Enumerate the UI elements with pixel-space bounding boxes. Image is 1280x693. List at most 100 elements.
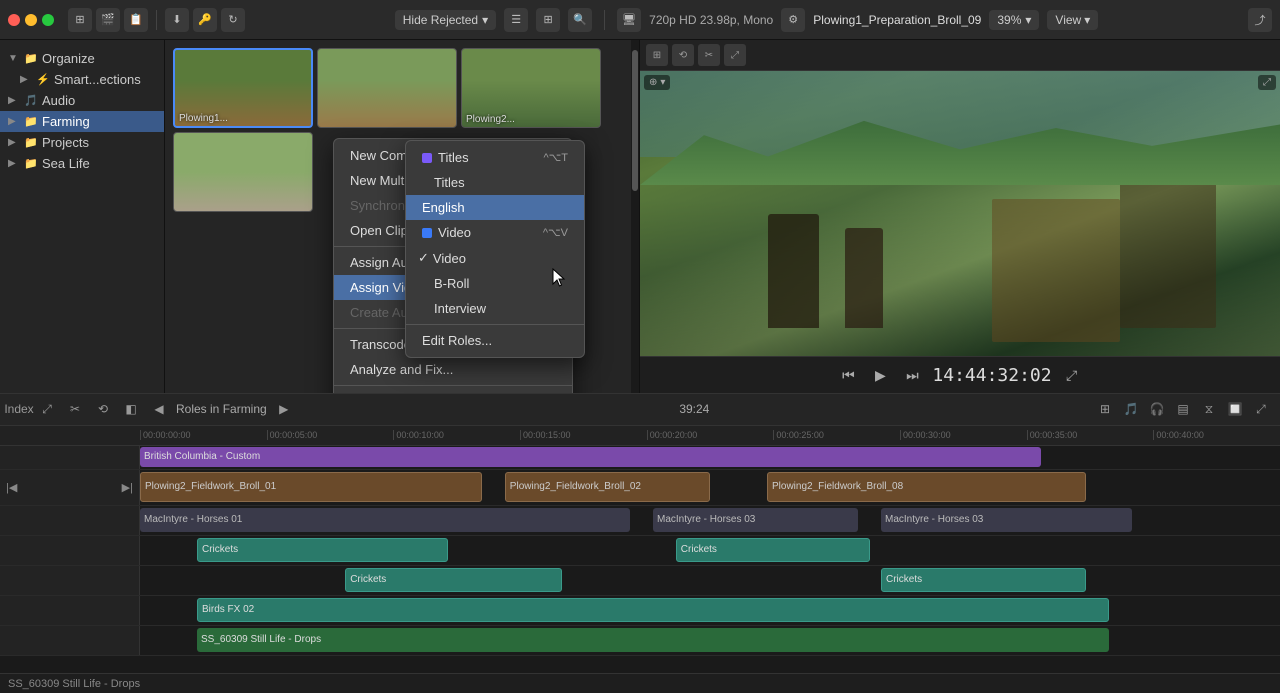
tl-headphones-icon[interactable]: 🎧 <box>1146 398 1168 420</box>
list-view-icon[interactable]: ☰ <box>504 8 528 32</box>
clip-horses-03b[interactable]: MacIntyre - Horses 03 <box>881 508 1132 532</box>
search-icon[interactable]: 🔍 <box>568 8 592 32</box>
close-button[interactable] <box>8 14 20 26</box>
browser-scrollbar[interactable] <box>631 40 639 393</box>
hide-rejected-dropdown[interactable]: Hide Rejected ▾ <box>395 10 496 30</box>
thumbnail-1[interactable]: Plowing1... <box>173 48 313 128</box>
disclosure-smart: ▶ <box>20 74 32 85</box>
menu-reveal[interactable]: Reveal in Finder ⇧⌘R <box>334 389 572 393</box>
library-icon[interactable]: ⊞ <box>68 8 92 32</box>
fullscreen-button[interactable]: ⤢ <box>1060 363 1084 387</box>
tl-zoom-icon[interactable]: ⊞ <box>1094 398 1116 420</box>
monitor-icon[interactable]: 🖥 <box>617 8 641 32</box>
timeline-right-tools: ⊞ 🎵 🎧 ▤ ⧖ 🔲 ⤢ <box>1094 398 1272 420</box>
sidebar-item-projects[interactable]: ▶ 📁 Projects <box>0 132 164 153</box>
play-next-button[interactable]: ⏭ <box>900 363 924 387</box>
preview-btn-3[interactable]: ✂ <box>698 44 720 66</box>
clip-drops[interactable]: SS_60309 Still Life - Drops <box>197 628 1109 652</box>
submenu-interview-label: Interview <box>434 301 486 316</box>
toolbar-left: ⊞ 🎬 📋 ⬇ 🔑 ↻ <box>68 8 245 32</box>
timeline-icon[interactable]: 📋 <box>124 8 148 32</box>
sidebar-projects-label: Projects <box>42 135 89 150</box>
clip-plowing2-02[interactable]: Plowing2_Fieldwork_Broll_02 <box>505 472 710 502</box>
tl-arrow-right[interactable]: ▶ <box>273 398 295 420</box>
submenu-english[interactable]: English <box>406 195 584 220</box>
preview-btn-4[interactable]: ⤢ <box>724 44 746 66</box>
download-icon[interactable]: ⬇ <box>165 8 189 32</box>
submenu-video-color[interactable]: Video ^⌥V <box>406 220 584 245</box>
tl-tool-1[interactable]: ⤢ <box>36 398 58 420</box>
tl-view-icon[interactable]: ▤ <box>1172 398 1194 420</box>
track-video-nav-prev[interactable]: |◀ <box>6 481 17 494</box>
clip-horses-03a[interactable]: MacIntyre - Horses 03 <box>653 508 858 532</box>
submenu-video-plain[interactable]: ✓ Video <box>406 245 584 271</box>
clip-crickets-1a[interactable]: Crickets <box>197 538 448 562</box>
play-button[interactable]: ▶ <box>868 363 892 387</box>
track-video-label: |◀ ▶| <box>0 470 140 505</box>
track-bc-content: British Columbia - Custom <box>140 446 1280 469</box>
settings-icon[interactable]: ⚙ <box>781 8 805 32</box>
preview-controls: ⏮ ▶ ⏭ 14:44:32:02 ⤢ <box>640 356 1280 393</box>
tl-arrow-left[interactable]: ◀ <box>148 398 170 420</box>
view-button[interactable]: View ▾ <box>1047 10 1098 30</box>
clip-plowing2-08[interactable]: Plowing2_Fieldwork_Broll_08 <box>767 472 1086 502</box>
disclosure-audio: ▶ <box>8 95 20 106</box>
zoom-dropdown[interactable]: 39% ▾ <box>989 10 1039 30</box>
clip-plowing2-01[interactable]: Plowing2_Fieldwork_Broll_01 <box>140 472 482 502</box>
grid-view-icon[interactable]: ⊞ <box>536 8 560 32</box>
tl-skimmer-icon[interactable]: ⧖ <box>1198 398 1220 420</box>
tl-snap-icon[interactable]: 🔲 <box>1224 398 1246 420</box>
minimize-button[interactable] <box>25 14 37 26</box>
sync-icon[interactable]: ↻ <box>221 8 245 32</box>
key-icon[interactable]: 🔑 <box>193 8 217 32</box>
clip-birds[interactable]: Birds FX 02 <box>197 598 1109 622</box>
timeline-header: Index ⤢ ✂ ⟲ ◧ ◀ Roles in Farming ▶ 39:24… <box>0 394 1280 426</box>
submenu-edit-roles[interactable]: Edit Roles... <box>406 328 584 353</box>
clip-bc-custom[interactable]: British Columbia - Custom <box>140 447 1041 467</box>
submenu-titles-color[interactable]: Titles ^⌥T <box>406 145 584 170</box>
clip-plowing2-01-label: Plowing2_Fieldwork_Broll_01 <box>145 481 276 492</box>
timeline-roles-label: Roles in Farming <box>176 402 267 416</box>
clip-horses-01[interactable]: MacIntyre - Horses 01 <box>140 508 630 532</box>
clip-crickets-2b[interactable]: Crickets <box>881 568 1086 592</box>
clip-crickets-1b[interactable]: Crickets <box>676 538 870 562</box>
preview-btn-2[interactable]: ⟲ <box>672 44 694 66</box>
track-drops-label <box>0 626 140 655</box>
maximize-button[interactable] <box>42 14 54 26</box>
submenu-interview[interactable]: Interview <box>406 296 584 321</box>
sidebar-item-organize[interactable]: ▼ 📁 Organize <box>0 48 164 69</box>
thumbnail-3[interactable]: Plowing2... <box>461 48 601 128</box>
clip-horses-01-label: MacIntyre - Horses 01 <box>144 514 242 525</box>
submenu-titles-plain[interactable]: Titles <box>406 170 584 195</box>
tl-expand-icon[interactable]: ⤢ <box>1250 398 1272 420</box>
timeline-duration: 39:24 <box>679 402 709 416</box>
tl-tool-4[interactable]: ◧ <box>120 398 142 420</box>
thumbnail-4[interactable] <box>173 132 313 212</box>
track-birds-content: Birds FX 02 <box>140 596 1280 625</box>
index-button[interactable]: Index <box>8 398 30 420</box>
clip-horses-03a-label: MacIntyre - Horses 03 <box>657 514 755 525</box>
clip-crickets-2b-label: Crickets <box>886 574 922 585</box>
thumbnail-2[interactable] <box>317 48 457 128</box>
ruler-marks-container: 00:00:00:00 00:00:05:00 00:00:10:00 00:0… <box>0 430 1280 440</box>
preview-corner-left[interactable]: ⊕ ▾ <box>644 75 670 90</box>
clip-crickets-2a[interactable]: Crickets <box>345 568 562 592</box>
tl-audio-icon[interactable]: 🎵 <box>1120 398 1142 420</box>
submenu-video-shortcut: ^⌥V <box>543 226 568 239</box>
submenu-b-roll[interactable]: B-Roll <box>406 271 584 296</box>
sidebar-item-farming[interactable]: ▶ 📁 Farming <box>0 111 164 132</box>
event-browser-icon[interactable]: 🎬 <box>96 8 120 32</box>
sidebar-item-smart-collections[interactable]: ▶ ⚡ Smart...ections <box>0 69 164 90</box>
preview-corner-right[interactable]: ⤢ <box>1258 75 1276 90</box>
ruler-mark-5: 00:00:25:00 <box>773 430 900 440</box>
share-icon[interactable]: ⤴ <box>1248 8 1272 32</box>
menu-analyze[interactable]: Analyze and Fix... <box>334 357 572 382</box>
track-video-nav-next[interactable]: ▶| <box>122 481 133 494</box>
tl-tool-2[interactable]: ✂ <box>64 398 86 420</box>
preview-btn-1[interactable]: ⊞ <box>646 44 668 66</box>
play-previous-button[interactable]: ⏮ <box>836 363 860 387</box>
sidebar-item-sea-life[interactable]: ▶ 📁 Sea Life <box>0 153 164 174</box>
sidebar-organize-label: Organize <box>42 51 95 66</box>
sidebar-item-audio[interactable]: ▶ 🎵 Audio <box>0 90 164 111</box>
tl-tool-3[interactable]: ⟲ <box>92 398 114 420</box>
